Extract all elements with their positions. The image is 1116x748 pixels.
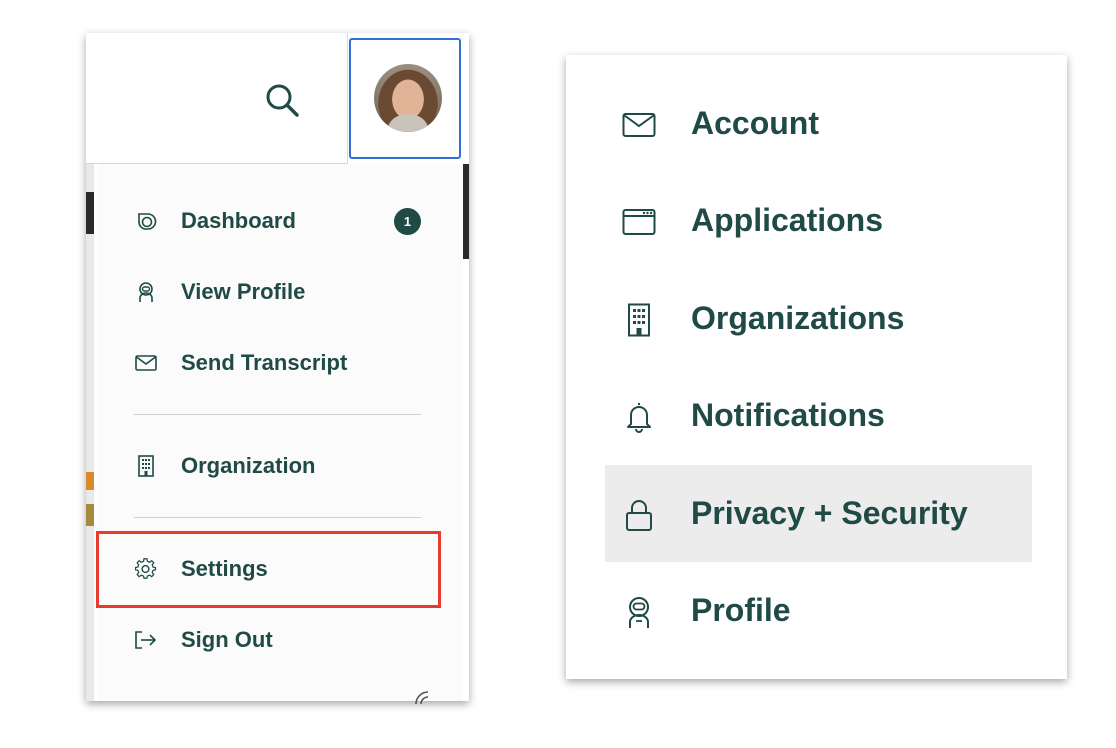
settings-item-applications[interactable]: Applications <box>605 172 1032 269</box>
astronaut-icon <box>134 280 158 304</box>
user-menu-button[interactable] <box>349 38 461 159</box>
building-icon <box>134 454 158 478</box>
menu-item-sign-out[interactable]: Sign Out <box>98 612 463 668</box>
lock-icon <box>622 498 656 532</box>
settings-item-label: Account <box>691 105 819 141</box>
envelope-icon <box>134 351 158 375</box>
settings-item-organizations[interactable]: Organizations <box>605 270 1032 367</box>
menu-item-organization[interactable]: Organization <box>98 438 463 494</box>
settings-item-label: Applications <box>691 202 884 238</box>
menu-item-view-profile[interactable]: View Profile <box>98 264 463 320</box>
settings-item-privacy-security[interactable]: Privacy + Security <box>605 465 1032 562</box>
menu-item-label: Send Transcript <box>181 350 348 375</box>
menu-item-label: Dashboard <box>181 208 296 233</box>
search-button[interactable] <box>86 33 348 164</box>
settings-item-label: Privacy + Security <box>691 495 968 531</box>
background-decoration-icon <box>414 690 444 704</box>
menu-item-label: Sign Out <box>181 627 273 652</box>
notification-badge: 1 <box>394 207 421 235</box>
menu-divider <box>134 517 421 518</box>
settings-item-label: Notifications <box>691 397 885 433</box>
menu-item-send-transcript[interactable]: Send Transcript <box>98 335 463 391</box>
menu-item-label: View Profile <box>181 279 306 304</box>
user-menu-list: Dashboard 1 View Profile Send Transcript… <box>98 164 463 701</box>
settings-highlight-annotation <box>96 531 441 608</box>
header-bar <box>86 33 469 164</box>
browser-window-icon <box>622 205 656 239</box>
settings-item-account[interactable]: Account <box>605 75 1032 172</box>
settings-item-label: Organizations <box>691 300 905 336</box>
avatar <box>374 64 442 132</box>
dashboard-icon <box>134 209 158 233</box>
menu-item-label: Organization <box>181 453 316 478</box>
search-icon <box>266 84 299 117</box>
settings-item-label: Profile <box>691 592 791 628</box>
settings-item-notifications[interactable]: Notifications <box>605 367 1032 464</box>
building-icon <box>622 303 656 337</box>
menu-divider <box>134 414 421 415</box>
menu-item-dashboard[interactable]: Dashboard 1 <box>98 193 463 249</box>
envelope-icon <box>622 108 656 142</box>
background-page-edge <box>86 164 94 701</box>
background-page-edge-right <box>463 164 469 259</box>
astronaut-icon <box>622 595 656 629</box>
sign-out-icon <box>134 628 158 652</box>
settings-item-profile[interactable]: Profile <box>605 562 1032 659</box>
settings-menu-panel: Account Applications Organizations Notif… <box>566 55 1067 679</box>
bell-icon <box>622 400 656 434</box>
